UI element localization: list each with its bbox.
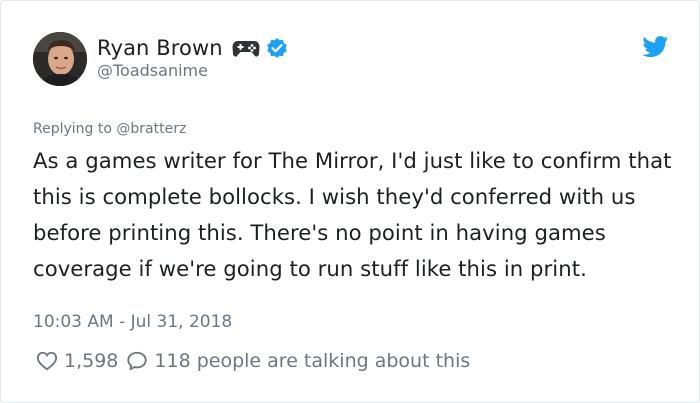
speech-bubble-icon xyxy=(126,350,148,372)
author-row: Ryan Brown xyxy=(97,34,288,62)
replying-to: Replying to @bratterz xyxy=(33,121,186,137)
display-name[interactable]: Ryan Brown xyxy=(97,36,223,60)
heart-icon[interactable] xyxy=(36,350,58,372)
divider xyxy=(33,340,683,341)
verified-badge-icon xyxy=(266,37,288,59)
tweet-timestamp[interactable]: 10:03 AM - Jul 31, 2018 xyxy=(33,312,232,332)
like-count[interactable]: 1,598 xyxy=(64,350,118,372)
author-handle[interactable]: @Toadsanime xyxy=(97,61,208,80)
talking-about-text: 118 people are talking about this xyxy=(154,350,471,372)
replying-to-mention[interactable]: @bratterz xyxy=(116,121,186,137)
replying-to-prefix: Replying to xyxy=(33,121,117,137)
avatar[interactable] xyxy=(33,32,87,86)
avatar-image xyxy=(33,32,87,86)
conversation-link[interactable]: 118 people are talking about this xyxy=(126,350,470,372)
tweet-actions: 1,598 118 people are talking about this xyxy=(36,346,470,376)
tweet-text: As a games writer for The Mirror, I'd ju… xyxy=(33,148,672,281)
twitter-bird-icon[interactable] xyxy=(642,36,669,58)
video-game-controller-icon xyxy=(232,38,260,58)
tweet-card: Ryan Brown @Toadsanime Replying to @brat… xyxy=(0,0,700,403)
